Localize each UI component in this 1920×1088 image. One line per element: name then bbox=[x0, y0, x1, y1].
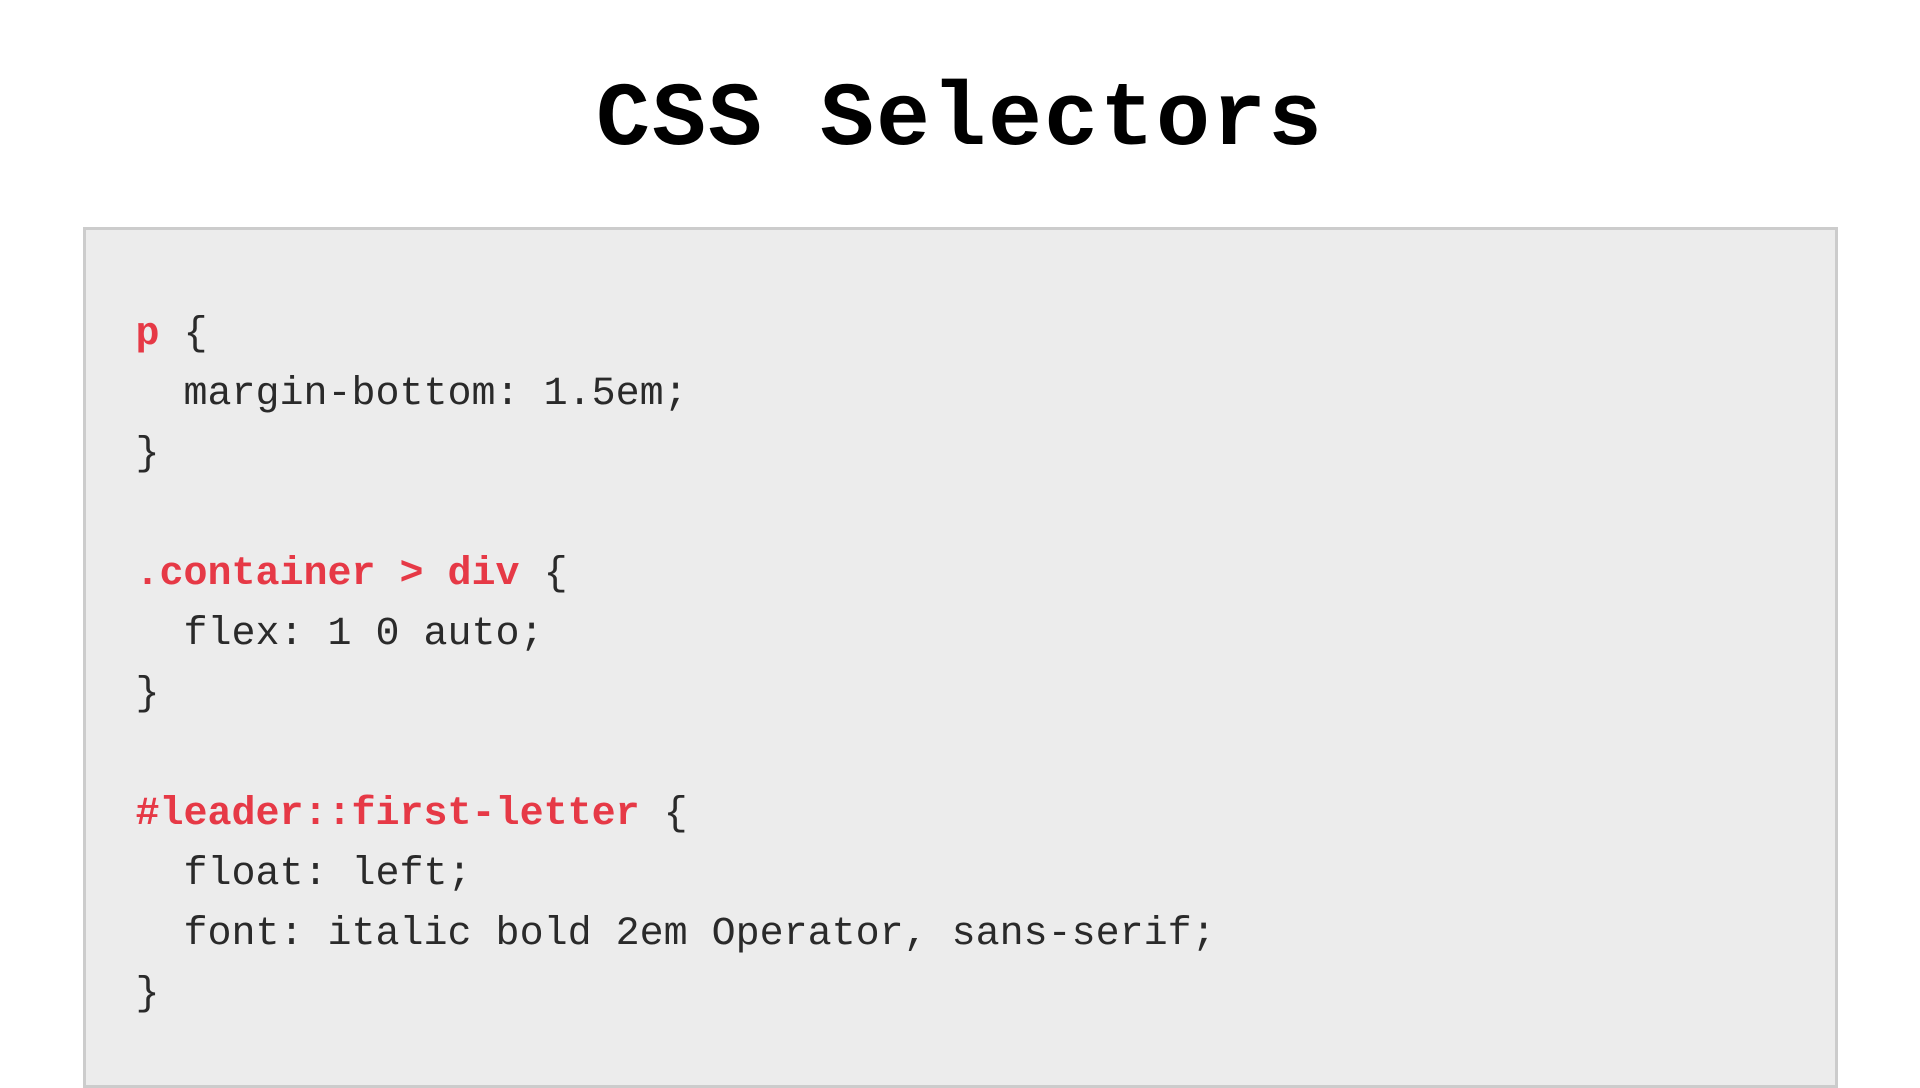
code-example-box: p { margin-bottom: 1.5em; } .container >… bbox=[83, 227, 1838, 1088]
code-line-declaration: float: left; bbox=[136, 845, 1785, 905]
selector-container-div: .container > div bbox=[136, 552, 520, 597]
code-blank-line bbox=[136, 485, 1785, 545]
code-line-rule3-open: #leader::first-letter { bbox=[136, 785, 1785, 845]
code-line-brace-close: } bbox=[136, 425, 1785, 485]
code-line-declaration: font: italic bold 2em Operator, sans-ser… bbox=[136, 905, 1785, 965]
brace-open: { bbox=[640, 792, 688, 837]
selector-p: p bbox=[136, 312, 160, 357]
brace-open: { bbox=[520, 552, 568, 597]
selector-leader-first-letter: #leader::first-letter bbox=[136, 792, 640, 837]
code-blank-line bbox=[136, 725, 1785, 785]
brace-open: { bbox=[160, 312, 208, 357]
code-line-rule1-open: p { bbox=[136, 305, 1785, 365]
slide-title: CSS Selectors bbox=[596, 70, 1324, 172]
code-line-brace-close: } bbox=[136, 965, 1785, 1025]
code-line-declaration: margin-bottom: 1.5em; bbox=[136, 365, 1785, 425]
code-line-declaration: flex: 1 0 auto; bbox=[136, 605, 1785, 665]
code-line-rule2-open: .container > div { bbox=[136, 545, 1785, 605]
code-line-brace-close: } bbox=[136, 665, 1785, 725]
